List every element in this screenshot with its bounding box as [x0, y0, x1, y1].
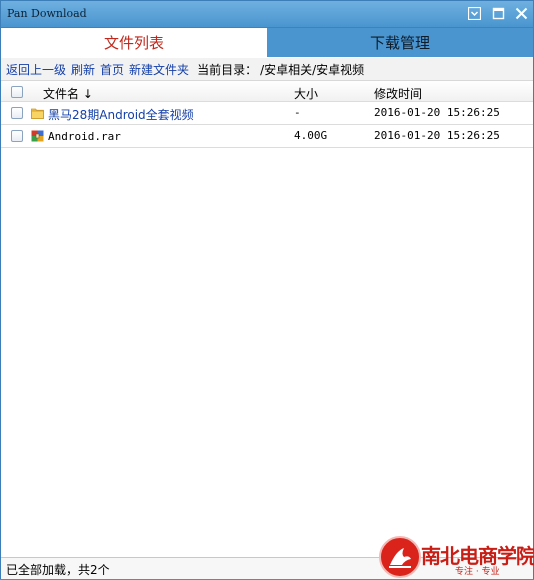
close-button[interactable] — [513, 5, 530, 22]
column-header-modified[interactable]: 修改时间 — [374, 85, 422, 102]
watermark: 南北电商学院 专注 · 专业 — [379, 536, 534, 580]
window-title: Pan Download — [7, 7, 87, 20]
file-size: 4.00G — [294, 129, 328, 142]
file-modified: 2016-01-20 15:26:25 — [374, 106, 500, 119]
select-all-checkbox[interactable] — [11, 86, 23, 98]
title-bar[interactable]: Pan Download — [1, 1, 533, 28]
file-name[interactable]: 黑马28期Android全套视频 — [48, 106, 194, 123]
pan-download-window: Pan Download 文件列表 下载管理 返回上一级 刷新 首页 新建文件夹… — [0, 0, 534, 579]
list-header: 文件名 ↓ 大小 修改时间 — [1, 80, 533, 102]
maximize-icon — [492, 7, 505, 20]
column-header-size[interactable]: 大小 — [294, 85, 318, 102]
refresh-link[interactable]: 刷新 — [71, 61, 95, 78]
toolbar: 返回上一级 刷新 首页 新建文件夹 当前目录： /安卓相关/安卓视频 — [1, 58, 533, 80]
current-dir-label: 当前目录： — [197, 62, 258, 77]
tab-download-manager[interactable]: 下载管理 — [267, 28, 533, 57]
folder-icon — [31, 108, 44, 119]
archive-icon — [31, 130, 44, 142]
file-modified: 2016-01-20 15:26:25 — [374, 129, 500, 142]
file-name[interactable]: Android.rar — [48, 130, 121, 143]
row-checkbox[interactable] — [11, 130, 23, 142]
file-list: 文件名 ↓ 大小 修改时间 黑马28期Android全套视频 - 2016-01… — [1, 80, 533, 148]
table-row[interactable]: 黑马28期Android全套视频 - 2016-01-20 15:26:25 — [1, 102, 533, 125]
row-checkbox[interactable] — [11, 107, 23, 119]
column-header-name[interactable]: 文件名 ↓ — [43, 85, 93, 102]
maximize-button[interactable] — [490, 5, 507, 22]
home-link[interactable]: 首页 — [100, 61, 124, 78]
back-link[interactable]: 返回上一级 — [6, 61, 66, 78]
close-icon — [515, 7, 528, 20]
table-row[interactable]: Android.rar 4.00G 2016-01-20 15:26:25 — [1, 125, 533, 148]
minimize-icon — [468, 7, 481, 20]
watermark-logo-icon — [379, 536, 421, 578]
watermark-subtitle: 专注 · 专业 — [455, 567, 500, 577]
minimize-button[interactable] — [466, 5, 483, 22]
tab-file-list[interactable]: 文件列表 — [1, 28, 267, 57]
tab-bar: 文件列表 下载管理 — [1, 28, 533, 57]
new-folder-link[interactable]: 新建文件夹 — [129, 61, 189, 78]
current-dir-path: /安卓相关/安卓视频 — [260, 62, 365, 77]
file-size: - — [294, 106, 301, 119]
status-text: 已全部加载，共2个 — [6, 563, 110, 577]
